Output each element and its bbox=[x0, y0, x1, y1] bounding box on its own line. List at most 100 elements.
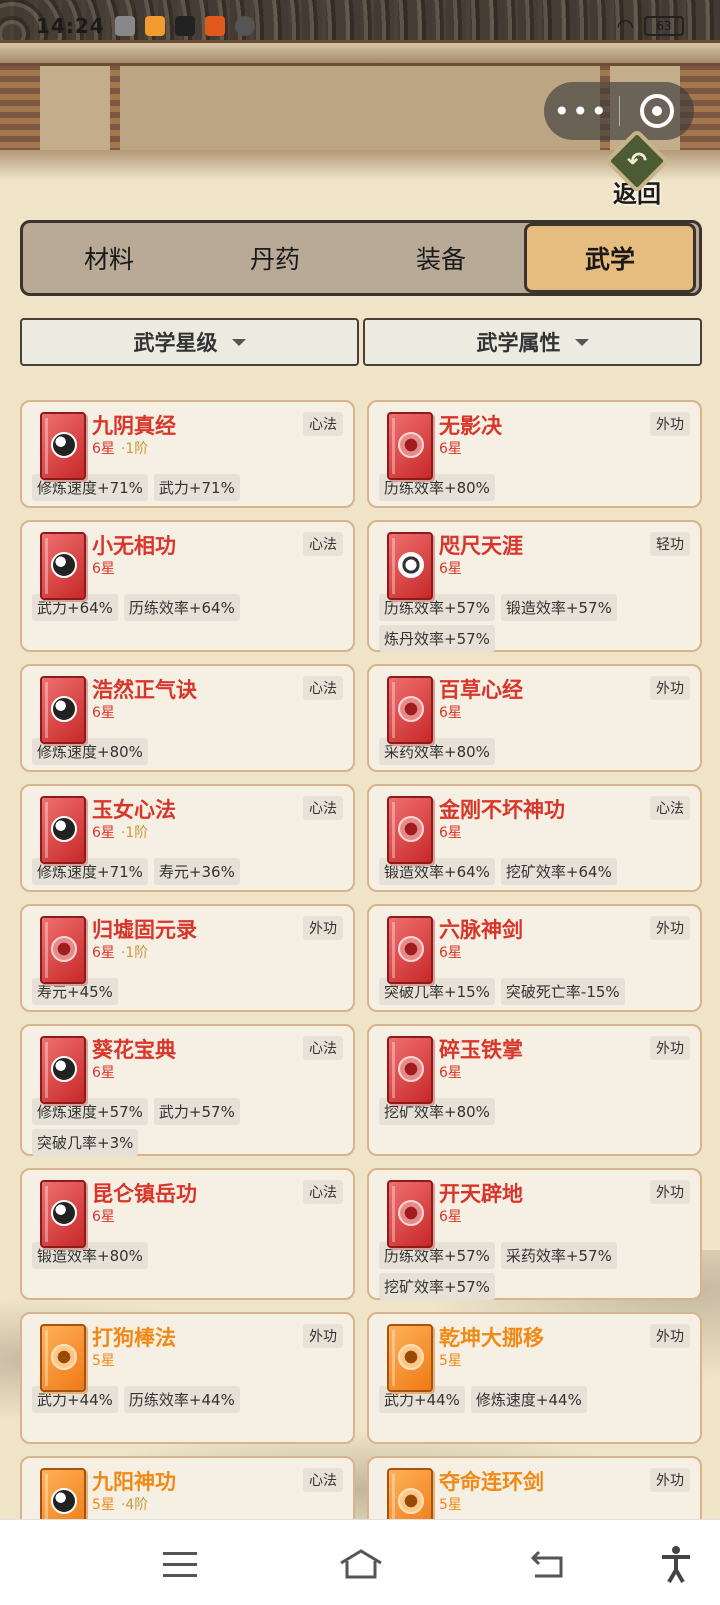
menu-icon[interactable] bbox=[160, 1544, 200, 1584]
martial-art-card[interactable]: 昆仑镇岳功 6星 心法 锻造效率+80% bbox=[20, 1168, 355, 1300]
book-spine bbox=[392, 802, 395, 858]
book-spine bbox=[45, 1186, 48, 1242]
card-row: 葵花宝典 6星 心法 修炼速度+57% 武力+57% 突破几率+3% 碎玉铁掌 6星 外功 挖矿效… bbox=[20, 1024, 702, 1156]
book-emblem-icon bbox=[51, 696, 77, 722]
martial-art-card[interactable]: 百草心经 6星 外功 采药效率+80% bbox=[367, 664, 702, 772]
star-level-filter[interactable]: 武学星级 bbox=[20, 318, 359, 366]
martial-art-meta: 6星 bbox=[439, 440, 502, 458]
star-rating: 6星 bbox=[439, 945, 462, 961]
martial-art-card[interactable]: 金刚不坏神功 6星 心法 锻造效率+64% 挖矿效率+64% bbox=[367, 784, 702, 892]
attribute-list: 历练效率+57% 采药效率+57% 挖矿效率+57% bbox=[379, 1242, 690, 1300]
martial-art-book-icon bbox=[40, 1324, 86, 1392]
martial-art-meta: 6星 bbox=[92, 1208, 197, 1226]
star-rating: 6星 bbox=[439, 1065, 462, 1081]
type-badge: 外功 bbox=[650, 1180, 690, 1204]
card-row: 昆仑镇岳功 6星 心法 锻造效率+80% 开天辟地 6星 外功 历练效率+57% 采药效率+57… bbox=[20, 1168, 702, 1300]
card-header: 咫尺天涯 6星 bbox=[379, 532, 690, 600]
attribute-tag: 挖矿效率+64% bbox=[500, 858, 617, 885]
martial-art-book-icon bbox=[40, 916, 86, 984]
martial-art-name: 碎玉铁掌 bbox=[439, 1038, 523, 1062]
attribute-tag: 挖矿效率+57% bbox=[379, 1273, 495, 1300]
card-row: 玉女心法 6星 ·1阶 心法 修炼速度+71% 寿元+36% 金刚不坏神功 6星 心法 锻造效率+… bbox=[20, 784, 702, 892]
tab-martial-arts[interactable]: 武学 bbox=[524, 223, 696, 293]
martial-art-card[interactable]: 玉女心法 6星 ·1阶 心法 修炼速度+71% 寿元+36% bbox=[20, 784, 355, 892]
card-info: 乾坤大挪移 5星 bbox=[439, 1324, 544, 1392]
martial-art-book-icon bbox=[40, 532, 86, 600]
card-row: 九阴真经 6星 ·1阶 心法 修炼速度+71% 武力+71% 无影决 6星 外功 历练效率+80% bbox=[20, 400, 702, 508]
martial-art-card[interactable]: 碎玉铁掌 6星 外功 挖矿效率+80% bbox=[367, 1024, 702, 1156]
martial-art-name: 金刚不坏神功 bbox=[439, 798, 565, 822]
game-app-icon bbox=[204, 16, 225, 36]
attribute-tag: 武力+71% bbox=[153, 474, 240, 501]
martial-arts-grid: 九阴真经 6星 ·1阶 心法 修炼速度+71% 武力+71% 无影决 6星 外功 历练效率+80%… bbox=[20, 400, 702, 1600]
martial-art-book-icon bbox=[387, 412, 433, 480]
attribute-tag: 寿元+36% bbox=[153, 858, 240, 885]
book-emblem-icon bbox=[398, 1056, 424, 1082]
card-info: 开天辟地 6星 bbox=[439, 1180, 523, 1248]
martial-art-card[interactable]: 九阴真经 6星 ·1阶 心法 修炼速度+71% 武力+71% bbox=[20, 400, 355, 508]
wifi-icon: ◠ bbox=[616, 14, 634, 38]
martial-art-card[interactable]: 打狗棒法 5星 外功 武力+44% 历练效率+44% bbox=[20, 1312, 355, 1444]
type-badge: 心法 bbox=[303, 676, 343, 700]
martial-art-meta: 5星 bbox=[439, 1496, 544, 1514]
nav-back-icon[interactable] bbox=[528, 1544, 568, 1584]
type-badge: 心法 bbox=[303, 1036, 343, 1060]
tab-equipment[interactable]: 装备 bbox=[358, 223, 524, 293]
card-row: 归墟固元录 6星 ·1阶 外功 寿元+45% 六脉神剑 6星 外功 突破几率+15% 突破死亡率-… bbox=[20, 904, 702, 1012]
return-arrow-icon: ↶ bbox=[626, 146, 648, 175]
home-icon[interactable] bbox=[336, 1544, 386, 1584]
close-button[interactable] bbox=[620, 94, 695, 128]
card-info: 归墟固元录 6星 ·1阶 bbox=[92, 916, 197, 984]
book-emblem-icon bbox=[398, 432, 424, 458]
video-app-icon bbox=[144, 16, 165, 36]
attribute-filter[interactable]: 武学属性 bbox=[363, 318, 702, 366]
martial-art-card[interactable]: 开天辟地 6星 外功历练效率+57% 采药效率+57% 挖矿效率+57% bbox=[367, 1168, 702, 1300]
more-button[interactable]: ••• bbox=[544, 95, 619, 128]
martial-art-card[interactable]: 咫尺天涯 6星 轻功 历练效率+57% 锻造效率+57% 炼丹效率+57% bbox=[367, 520, 702, 652]
martial-art-card[interactable]: 无影决 6星 外功 历练效率+80% bbox=[367, 400, 702, 508]
card-header: 打狗棒法 5星 bbox=[32, 1324, 343, 1392]
martial-art-book-icon bbox=[40, 676, 86, 744]
book-emblem-icon bbox=[51, 1344, 77, 1370]
martial-art-card[interactable]: 归墟固元录 6星 ·1阶 外功 寿元+45% bbox=[20, 904, 355, 1012]
martial-art-meta: 5星 bbox=[439, 1352, 544, 1370]
type-badge: 外功 bbox=[303, 1324, 343, 1348]
system-nav-bar bbox=[0, 1519, 720, 1605]
martial-art-meta: 5星 ·4阶 bbox=[92, 1496, 176, 1514]
card-row: 打狗棒法 5星 外功 武力+44% 历练效率+44% 乾坤大挪移 5星 外功 武力+44% 修炼速… bbox=[20, 1312, 702, 1444]
accessibility-icon[interactable] bbox=[656, 1544, 696, 1584]
type-badge: 心法 bbox=[303, 532, 343, 556]
martial-art-book-icon bbox=[387, 676, 433, 744]
book-spine bbox=[45, 418, 48, 474]
star-rating: 6星 bbox=[439, 441, 462, 457]
book-emblem-icon bbox=[398, 552, 424, 578]
notification-icon bbox=[114, 16, 135, 36]
book-emblem-icon bbox=[398, 1344, 424, 1370]
type-badge: 外功 bbox=[650, 1468, 690, 1492]
martial-art-card[interactable]: 六脉神剑 6星 外功 突破几率+15% 突破死亡率-15% bbox=[367, 904, 702, 1012]
martial-art-book-icon bbox=[40, 796, 86, 864]
martial-art-book-icon bbox=[40, 1180, 86, 1248]
martial-art-book-icon bbox=[40, 1036, 86, 1104]
filter-label: 武学属性 bbox=[476, 331, 561, 355]
card-header: 归墟固元录 6星 ·1阶 bbox=[32, 916, 343, 984]
back-button[interactable]: ↶ 返回 bbox=[600, 128, 674, 208]
tab-materials[interactable]: 材料 bbox=[26, 223, 192, 293]
martial-art-book-icon bbox=[387, 916, 433, 984]
martial-art-card[interactable]: 浩然正气诀 6星 心法 修炼速度+80% bbox=[20, 664, 355, 772]
tab-pills[interactable]: 丹药 bbox=[192, 223, 358, 293]
caret-down-icon bbox=[574, 338, 589, 346]
type-badge: 轻功 bbox=[650, 532, 690, 556]
card-header: 百草心经 6星 bbox=[379, 676, 690, 744]
martial-art-book-icon bbox=[387, 1324, 433, 1392]
attribute-tag: 修炼速度+44% bbox=[470, 1386, 587, 1413]
martial-art-name: 无影决 bbox=[439, 414, 502, 438]
type-badge: 心法 bbox=[303, 1180, 343, 1204]
card-info: 金刚不坏神功 6星 bbox=[439, 796, 565, 864]
martial-art-card[interactable]: 小无相功 6星 心法 武力+64% 历练效率+64% bbox=[20, 520, 355, 652]
martial-art-card[interactable]: 乾坤大挪移 5星 外功 武力+44% 修炼速度+44% bbox=[367, 1312, 702, 1444]
martial-art-name: 九阴真经 bbox=[92, 414, 176, 438]
close-icon bbox=[639, 94, 674, 128]
martial-art-card[interactable]: 葵花宝典 6星 心法 修炼速度+57% 武力+57% 突破几率+3% bbox=[20, 1024, 355, 1156]
card-info: 打狗棒法 5星 bbox=[92, 1324, 176, 1392]
